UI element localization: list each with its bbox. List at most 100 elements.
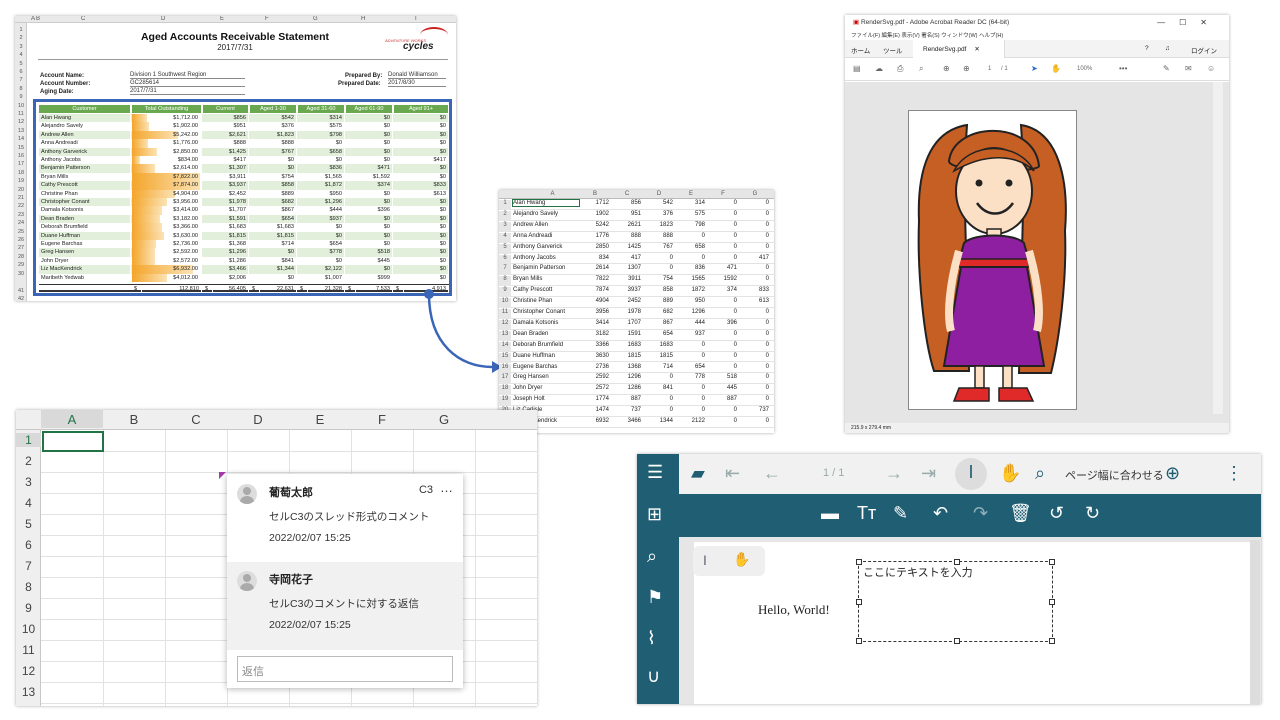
value-cell[interactable]: 834	[579, 255, 609, 261]
redo-icon[interactable]: ↷	[973, 503, 988, 524]
selected-cell-a1[interactable]	[42, 431, 104, 452]
value-cell[interactable]: 3630	[579, 353, 609, 359]
table-row[interactable]: Maribeth Yedwab $4,012.00 $2,006 $0 $1,007 $9…	[39, 273, 449, 282]
value-cell[interactable]: 7822	[579, 276, 609, 282]
col-header[interactable]: D	[227, 412, 289, 427]
row-number[interactable]: 8	[16, 86, 26, 92]
amount-cell[interactable]: $767	[250, 147, 297, 156]
row-header[interactable]: 4	[16, 496, 41, 510]
amount-cell[interactable]: $0	[394, 248, 449, 257]
value-cell[interactable]: 1823	[643, 222, 673, 228]
amount-cell[interactable]: $867	[250, 206, 297, 215]
customer-name[interactable]: Eugene Barchas	[39, 240, 131, 249]
rotate-left-icon[interactable]: ↺	[1049, 503, 1064, 524]
value-cell[interactable]: 0	[643, 396, 673, 402]
value-cell[interactable]: 7874	[579, 287, 609, 293]
value-cell[interactable]: 654	[675, 364, 705, 370]
name-cell[interactable]: Alan Hwang	[512, 199, 580, 207]
bookmark-icon[interactable]: ⚑	[647, 587, 663, 608]
amount-cell[interactable]: $0	[394, 240, 449, 249]
amount-cell[interactable]: $754	[250, 172, 297, 182]
value-cell[interactable]: 0	[739, 364, 769, 370]
row-number[interactable]: 14	[16, 136, 26, 142]
row-header[interactable]: 5	[16, 517, 41, 531]
value-cell[interactable]: 0	[739, 211, 769, 217]
col-header[interactable]: B	[103, 412, 165, 427]
value-cell[interactable]: 4904	[579, 298, 609, 304]
total-cell[interactable]: $2,850.00	[132, 147, 202, 156]
amount-cell[interactable]: $3,466	[203, 265, 249, 274]
row-header[interactable]: 7	[16, 559, 41, 573]
window-controls[interactable]: —☐✕	[1157, 15, 1221, 31]
row-number[interactable]: 42	[16, 296, 26, 301]
value-cell[interactable]: 2592	[579, 374, 609, 380]
tab-home[interactable]: ホーム	[851, 45, 870, 55]
col-header[interactable]: E	[289, 412, 351, 427]
value-cell[interactable]: 0	[707, 298, 737, 304]
amount-cell[interactable]: $856	[203, 114, 249, 123]
value-cell[interactable]: 1344	[643, 418, 673, 424]
amount-cell[interactable]: $798	[298, 130, 345, 140]
row-number[interactable]: 29	[16, 262, 26, 268]
value-cell[interactable]: 767	[643, 244, 673, 250]
amount-cell[interactable]: $2,452	[203, 189, 249, 198]
row-number[interactable]: 11	[16, 111, 26, 117]
amount-cell[interactable]: $0	[346, 240, 393, 249]
total-cell[interactable]: $7,822.00	[132, 172, 202, 182]
thumbnails-icon[interactable]: ⊞	[647, 504, 662, 525]
value-cell[interactable]: 0	[707, 342, 737, 348]
amount-cell[interactable]: $2,006	[203, 273, 249, 282]
name-cell[interactable]: Duane Huffman	[513, 353, 579, 359]
total-cell[interactable]: $5,242.00	[132, 130, 202, 140]
value-cell[interactable]: 0	[739, 418, 769, 424]
value-cell[interactable]: 1978	[611, 309, 641, 315]
next-page-icon[interactable]: →	[885, 463, 903, 484]
amount-cell[interactable]: $0	[298, 256, 345, 266]
amount-cell[interactable]: $682	[250, 198, 297, 207]
amount-cell[interactable]: $314	[298, 114, 345, 123]
value-cell[interactable]: 1592	[707, 276, 737, 282]
value-cell[interactable]: 737	[611, 407, 641, 413]
amount-cell[interactable]: $3,911	[203, 172, 249, 182]
row-number[interactable]: 3	[16, 44, 26, 50]
value-cell[interactable]: 0	[739, 385, 769, 391]
row-number[interactable]: 6	[16, 69, 26, 75]
value-cell[interactable]: 3911	[611, 276, 641, 282]
reply-input[interactable]: 返信	[237, 656, 453, 682]
sheet-row[interactable]: 7 Benjamin Patterson 2614 1307 0 836 471 0	[499, 264, 774, 276]
sheet-row[interactable]: 12 Damala Kotsonis 3414 1707 867 444 396 0	[499, 319, 774, 330]
name-cell[interactable]: Alejandro Savely	[513, 211, 579, 217]
value-cell[interactable]: 471	[707, 265, 737, 271]
undo-icon[interactable]: ↶	[933, 503, 948, 524]
amount-cell[interactable]: $0	[346, 156, 393, 165]
total-cell[interactable]: $3,414.00	[132, 206, 202, 215]
value-cell[interactable]: 1368	[611, 364, 641, 370]
fit-width-label[interactable]: ページ幅に合わせる	[1065, 467, 1164, 483]
sheet-row[interactable]: 19 Joseph Holt 1774 887 0 0 887 0	[499, 395, 774, 407]
next-page-icon[interactable]: ⊕	[963, 64, 970, 73]
prepared-date-value[interactable]: 2017/8/30	[388, 80, 446, 87]
value-cell[interactable]: 1474	[579, 407, 609, 413]
amount-cell[interactable]: $0	[346, 122, 393, 131]
amount-cell[interactable]: $374	[346, 181, 393, 190]
sign-icon[interactable]: ✎	[1163, 64, 1170, 73]
name-cell[interactable]: Damala Kotsonis	[513, 320, 579, 326]
row-number[interactable]: 19	[16, 178, 26, 184]
amount-cell[interactable]: $1,425	[203, 147, 249, 156]
table-row[interactable]: Anthony Garverick $2,850.00 $1,425 $767 $658…	[39, 147, 449, 156]
amount-cell[interactable]: $0	[346, 265, 393, 274]
amount-cell[interactable]: $0	[250, 156, 297, 165]
row-number[interactable]: 25	[16, 229, 26, 235]
amount-cell[interactable]: $858	[250, 181, 297, 190]
col-header[interactable]: B	[579, 191, 611, 197]
row-header[interactable]: 8	[16, 580, 41, 594]
amount-cell[interactable]: $396	[346, 206, 393, 215]
page-number-input[interactable]: 1	[988, 66, 991, 72]
row-number[interactable]: 41	[16, 288, 26, 294]
row-header[interactable]: 6	[16, 538, 41, 552]
value-cell[interactable]: 314	[675, 200, 705, 206]
value-cell[interactable]: 0	[643, 265, 673, 271]
value-cell[interactable]: 2621	[611, 222, 641, 228]
value-cell[interactable]: 0	[675, 342, 705, 348]
total-cell[interactable]: $6,932.00	[132, 265, 202, 274]
